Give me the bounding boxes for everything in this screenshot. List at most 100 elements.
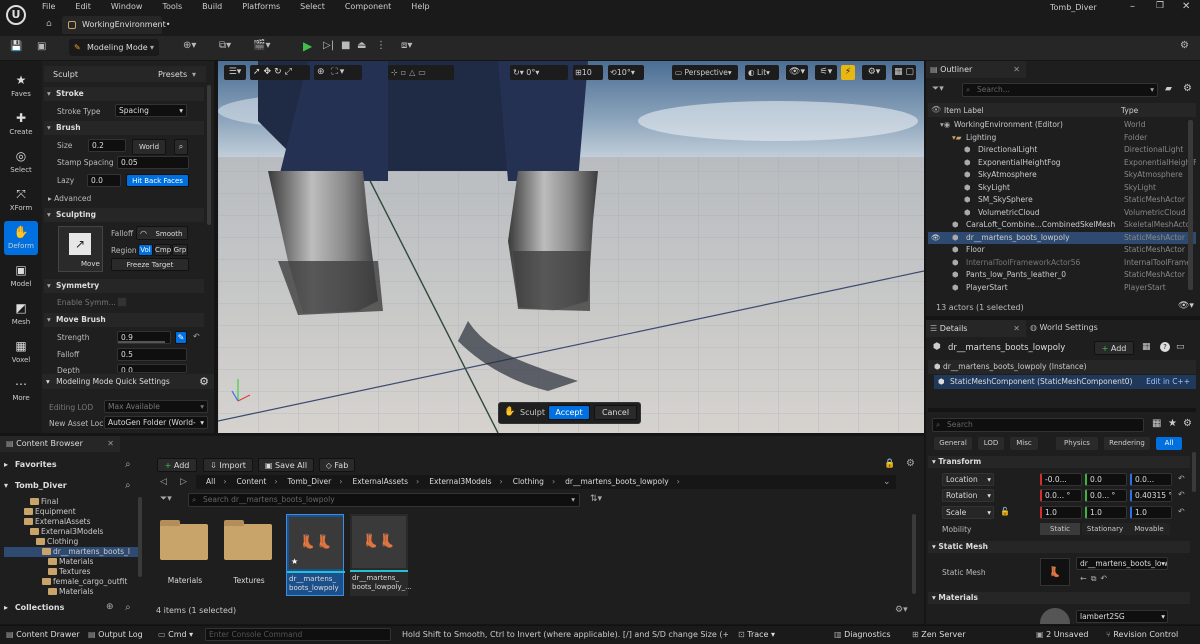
breadcrumb-separator-icon[interactable]: › <box>552 477 555 486</box>
outliner-row[interactable]: ⬢ PlayerStart PlayerStart <box>928 282 1196 295</box>
outliner-row[interactable]: ⬢ Floor StaticMeshActor <box>928 244 1196 257</box>
actor-name[interactable]: dr__martens_boots_lowpoly <box>948 343 1065 353</box>
close-icon[interactable]: ✕ <box>1013 61 1020 78</box>
stroke-type-select[interactable]: Spacing ▾ <box>115 104 187 117</box>
search-icon[interactable]: ⌕ <box>125 480 131 491</box>
accept-button[interactable]: Accept <box>548 405 590 420</box>
outliner-view-options-icon[interactable]: 👁▾ <box>1178 301 1194 311</box>
falloff-smooth-button[interactable]: ◠ Smooth <box>136 226 188 240</box>
asset-scrollbar[interactable] <box>912 514 916 594</box>
perspective-dropdown[interactable]: ▭ Perspective▾ <box>672 65 738 80</box>
minimize-icon[interactable]: – <box>1130 1 1135 12</box>
tool-category-model[interactable]: ▣ Model <box>4 259 38 293</box>
size-field[interactable]: 0.2 <box>88 139 126 152</box>
scalability-warning-icon[interactable]: ⚡ <box>841 65 855 80</box>
breadcrumb-separator-icon[interactable]: › <box>339 477 342 486</box>
location-dropdown[interactable]: Location ▾ <box>942 473 994 486</box>
depth-field[interactable]: 0.0 <box>117 364 187 373</box>
folder-tree-item[interactable]: Materials <box>4 587 138 597</box>
folder-tree-item[interactable]: Clothing <box>4 537 138 547</box>
breadcrumb-item[interactable]: Tomb_Diver <box>288 477 332 486</box>
reset-scale-icon[interactable]: ↶ <box>1178 507 1185 516</box>
outliner-row[interactable]: ⬢ DirectionalLight DirectionalLight <box>928 144 1196 157</box>
tree-scrollbar[interactable] <box>138 497 142 577</box>
outliner-scrollbar[interactable] <box>1188 120 1193 290</box>
filter-icon[interactable]: ⏷▾ <box>160 494 172 504</box>
details-tab-rendering[interactable]: Rendering <box>1104 437 1150 450</box>
view-options-icon[interactable]: ⚙▾ <box>895 605 908 615</box>
folder-tree-item[interactable]: dr__martens_boots_l <box>4 547 138 557</box>
cmd-dropdown[interactable]: ▭ Cmd ▾ <box>158 630 193 639</box>
play-options-icon[interactable]: ⋮ <box>376 40 386 51</box>
history-back-icon[interactable]: ◁ <box>160 477 167 487</box>
world-settings-tab[interactable]: ◍ World Settings <box>1030 323 1098 332</box>
help-icon[interactable]: ? <box>1160 342 1170 352</box>
lock-icon[interactable]: 🔒 <box>884 459 895 469</box>
browse-asset-icons[interactable]: ←⧉↶ <box>1080 574 1111 584</box>
strength-field[interactable]: 0.9 <box>117 331 171 344</box>
outliner-row[interactable]: ⬢ SM_SkySphere StaticMeshActor <box>928 194 1196 207</box>
settings-icon[interactable]: ⚙ <box>1180 40 1189 51</box>
details-tab-lod[interactable]: LOD <box>978 437 1004 450</box>
material-select[interactable]: lambert2SG ▾ <box>1076 610 1168 623</box>
folder-tree-item[interactable]: female_cargo_outfit <box>4 577 138 587</box>
revision-control-button[interactable]: ⑂ Revision Control <box>1106 630 1178 639</box>
mobility-static[interactable]: Static <box>1040 523 1080 535</box>
platforms-icon[interactable]: ⧈▾ <box>401 40 412 51</box>
enable-symmetry-checkbox[interactable] <box>117 297 127 307</box>
step-icon[interactable]: ▷| <box>323 40 334 51</box>
rot-y-field[interactable]: 0.0... ° <box>1085 489 1127 502</box>
chevron-down-icon[interactable]: ⌄ <box>883 477 891 487</box>
chevron-down-icon[interactable]: ▾ <box>192 70 196 79</box>
close-icon[interactable]: ✕ <box>1182 1 1190 12</box>
outliner-settings-icon[interactable]: ⚙ <box>1183 83 1192 94</box>
brush-pick-icon[interactable]: ⌕ <box>174 139 188 155</box>
breadcrumb-separator-icon[interactable]: › <box>500 477 503 486</box>
instance-row[interactable]: ⬢ dr__martens_boots_lowpoly (Instance) <box>928 360 1196 374</box>
content-drawer-button[interactable]: ▤ Content Drawer <box>6 630 80 639</box>
tool-category-faves[interactable]: ★ Faves <box>4 69 38 103</box>
lazy-field[interactable]: 0.0 <box>87 174 121 187</box>
menu-item-build[interactable]: Build <box>202 2 222 11</box>
outliner-row[interactable]: ⬢ CaraLoft_Combine...CombinedSkelMesh Skel… <box>928 219 1196 232</box>
loc-y-field[interactable]: 0.0 <box>1085 473 1127 486</box>
grid-snap[interactable]: ⊞10 <box>573 65 603 80</box>
details-tab-general[interactable]: General <box>934 437 972 450</box>
gear-icon[interactable]: ⚙ <box>199 374 209 389</box>
tool-category-more[interactable]: ⋯ More <box>4 373 38 407</box>
strength-pressure-icon[interactable]: ✎ <box>175 331 187 344</box>
brush-section[interactable]: Brush <box>44 121 204 135</box>
outliner-row[interactable]: ⬢ Pants_low_Pants_leather_0 StaticMeshActo… <box>928 269 1196 282</box>
move-brush-thumb[interactable]: ↗ Move <box>58 226 103 272</box>
outliner-row[interactable]: ⬢ VolumetricCloud VolumetricCloud <box>928 207 1196 220</box>
region-vol-button[interactable]: Vol <box>138 244 153 256</box>
menu-item-window[interactable]: Window <box>111 2 143 11</box>
eject-icon[interactable]: ⏏ <box>357 40 366 51</box>
panel-scrollbar[interactable] <box>207 85 211 225</box>
column-item-label[interactable]: Item Label <box>944 106 984 115</box>
details-settings-icon[interactable]: ⚙ <box>1183 418 1192 429</box>
menu-item-tools[interactable]: Tools <box>162 2 182 11</box>
mode-dropdown[interactable]: ✎ Modeling Mode ▾ <box>69 39 159 56</box>
cinematics-icon[interactable]: 🎬▾ <box>253 40 270 51</box>
trace-button[interactable]: ⊡ Trace ▾ <box>738 630 775 639</box>
content-search-input[interactable]: ⌕ Search dr__martens_boots_lowpoly ▾ <box>188 493 580 507</box>
property-matrix-icon[interactable]: ▦ <box>1152 418 1161 429</box>
scl-z-field[interactable]: 1.0 <box>1130 506 1172 519</box>
outliner-row[interactable]: ▾▰ Lighting Folder <box>928 132 1196 145</box>
lit-dropdown[interactable]: ◐ Lit▾ <box>745 65 779 80</box>
outliner-row[interactable]: ⬢ SkyAtmosphere SkyAtmosphere <box>928 169 1196 182</box>
tool-category-mesh[interactable]: ◩ Mesh <box>4 297 38 331</box>
save-all-button[interactable]: ▣ Save All <box>258 458 314 472</box>
breadcrumb-separator-icon[interactable]: › <box>274 477 277 486</box>
loc-x-field[interactable]: -0.0... <box>1040 473 1082 486</box>
details-scrollbar[interactable] <box>1192 452 1196 492</box>
static-mesh-select[interactable]: dr__martens_boots_low ▾ <box>1076 557 1168 570</box>
folder-tile[interactable]: Materials <box>158 514 216 596</box>
scl-x-field[interactable]: 1.0 <box>1040 506 1082 519</box>
advanced-row[interactable]: ▸ Advanced <box>48 194 91 203</box>
transform-tools[interactable]: ➚✥↻⤢ <box>250 65 310 80</box>
menu-item-component[interactable]: Component <box>345 2 391 11</box>
tool-category-xform[interactable]: ⤧ XForm <box>4 183 38 217</box>
breadcrumb-item[interactable]: Clothing <box>513 477 544 486</box>
